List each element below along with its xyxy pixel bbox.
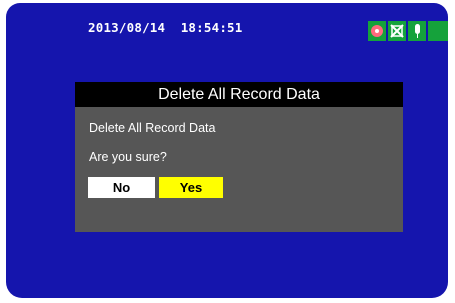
record-indicator <box>371 25 383 37</box>
no-card-icon <box>388 21 406 41</box>
dialog-title: Delete All Record Data <box>75 82 403 107</box>
microphone-icon <box>408 21 426 41</box>
no-card-glyph <box>390 24 404 38</box>
yes-button[interactable]: Yes <box>159 177 223 198</box>
status-icons <box>368 21 448 41</box>
delete-confirm-dialog: Delete All Record Data Delete All Record… <box>75 82 403 232</box>
dialog-question: Are you sure? <box>89 150 167 164</box>
no-button[interactable]: No <box>88 177 155 198</box>
datetime-display: 2013/08/14 18:54:51 <box>88 20 243 35</box>
microphone-stand <box>417 34 418 38</box>
record-icon <box>368 21 386 41</box>
microphone-body <box>415 24 420 34</box>
record-dot <box>375 29 379 33</box>
device-screen: 2013/08/14 18:54:51 Delete All Record Da… <box>6 3 448 298</box>
battery-icon <box>428 21 448 41</box>
dialog-message: Delete All Record Data <box>89 121 216 135</box>
